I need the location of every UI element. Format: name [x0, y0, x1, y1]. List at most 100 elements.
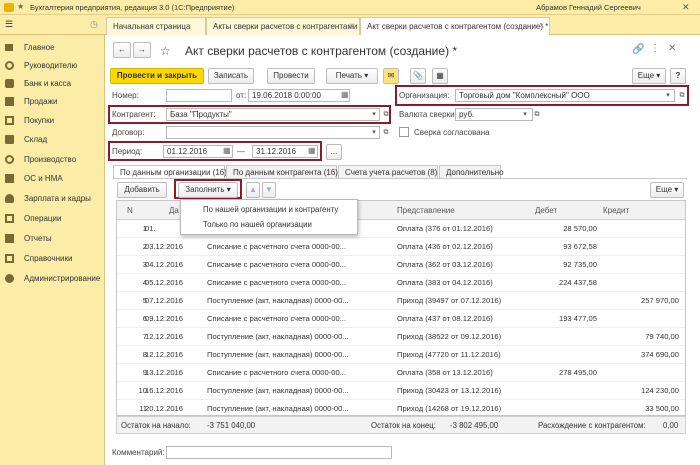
counterparty-field[interactable]: База "Продукты" — [166, 108, 380, 121]
end-balance-value: -3 802 495,00 — [450, 421, 499, 430]
calendar-icon[interactable]: ▦ — [308, 146, 316, 155]
table-row[interactable]: 8 12.12.2016 Поступление (акт, накладная) … — [117, 346, 685, 364]
favorite-star-icon[interactable]: ☆ — [160, 44, 171, 58]
tab-org-data[interactable]: По данным организации (16) — [113, 165, 227, 179]
cell-date: 09.12.2016 — [145, 314, 184, 323]
number-field[interactable] — [166, 89, 232, 102]
table-row[interactable]: 10 16.12.2016 Поступление (акт, накладная)… — [117, 382, 685, 400]
sidebar-item-sales[interactable]: Продажи — [0, 93, 105, 111]
page-title: Акт сверки расчетов с контрагентом (созд… — [185, 44, 458, 58]
structure-icon[interactable]: ▦ — [432, 68, 448, 84]
sidebar-item-payroll[interactable]: Зарплата и кадры — [0, 190, 105, 208]
close-tab-icon[interactable]: × — [539, 21, 544, 30]
sidebar-item-catalogs[interactable]: Справочники — [0, 250, 105, 268]
fill-menu: По нашей организации и контрагенту Тольк… — [180, 199, 358, 235]
cell-date: 16.12.2016 — [145, 386, 184, 395]
column-header-credit[interactable]: Кредит — [603, 201, 629, 220]
attachment-icon[interactable]: 📎 — [410, 68, 426, 84]
reports-icon — [5, 234, 14, 243]
discrepancy-value: 0,00 — [663, 421, 679, 430]
star-icon[interactable]: ★ — [17, 2, 24, 11]
cell-debit: 93 672,58 — [563, 242, 597, 251]
open-link-icon[interactable]: ⧉ — [381, 109, 391, 120]
link-icon[interactable]: 🔗 — [632, 44, 644, 55]
cell-date: 05.12.2016 — [145, 278, 184, 287]
chevron-down-icon[interactable]: ▾ — [369, 127, 379, 138]
chevron-down-icon[interactable]: ▾ — [369, 109, 379, 120]
help-button[interactable]: ? — [670, 68, 686, 84]
book-icon — [5, 254, 14, 263]
table-row[interactable]: 5 07.12.2016 Поступление (акт, накладная) … — [117, 292, 685, 310]
end-balance-label: Остаток на конец: — [371, 421, 436, 430]
cell-n: 6 — [142, 314, 147, 323]
column-header-date[interactable]: Да — [169, 201, 179, 220]
table-row[interactable]: 11 20.12.2016 Поступление (акт, накладная)… — [117, 400, 685, 415]
move-down-icon[interactable]: ▼ — [262, 182, 276, 198]
calendar-icon[interactable]: ▦ — [223, 146, 231, 155]
open-link-icon[interactable]: ⧉ — [381, 127, 391, 138]
table-row[interactable]: 4 05.12.2016 Списание с расчетного счета 0… — [117, 274, 685, 292]
table-row[interactable]: 3 04.12.2016 Списание с расчетного счета 0… — [117, 256, 685, 274]
add-button[interactable]: Добавить — [117, 182, 167, 198]
contract-label: Договор: — [112, 128, 145, 137]
sidebar-item-bank[interactable]: Банк и касса — [0, 75, 105, 93]
date-field[interactable]: 19.06.2018 0:00:00 — [248, 89, 350, 102]
fill-button[interactable]: Заполнить ▾ — [178, 182, 238, 198]
post-button[interactable]: Провести — [267, 68, 315, 84]
tab-additional[interactable]: Дополнительно — [439, 165, 504, 179]
table-row[interactable]: 2 03.12.2016 Списание с расчетного счета 0… — [117, 238, 685, 256]
sidebar-item-assets[interactable]: ОС и НМА — [0, 170, 105, 188]
open-link-icon[interactable]: ⧉ — [677, 90, 687, 101]
sidebar-item-reports[interactable]: Отчеты — [0, 230, 105, 248]
forward-button[interactable]: → — [133, 42, 151, 58]
save-button[interactable]: Записать — [208, 68, 254, 84]
print-button[interactable]: Печать ▾ — [326, 68, 378, 84]
move-up-icon[interactable]: ▲ — [246, 182, 260, 198]
sidebar-item-admin[interactable]: Администрирование — [0, 270, 105, 288]
table-row[interactable]: 9 13.12.2016 Списание с расчетного счета 0… — [117, 364, 685, 382]
sidebar-item-purchases[interactable]: Покупки — [0, 112, 105, 130]
comment-field[interactable] — [166, 446, 392, 459]
sidebar-item-main[interactable]: Главное — [0, 39, 105, 57]
period-select-button[interactable]: ... — [326, 144, 342, 160]
column-header-representation[interactable]: Представление — [397, 201, 455, 220]
column-header-debit[interactable]: Дебет — [535, 201, 557, 220]
sidebar-item-warehouse[interactable]: Склад — [0, 131, 105, 149]
post-and-close-button[interactable]: Провести и закрыть — [110, 68, 204, 84]
table-more-button[interactable]: Еще ▾ — [650, 182, 684, 198]
cell-n: 7 — [142, 332, 147, 341]
organization-field[interactable]: Торговый дом "Комплексный" ООО — [455, 89, 675, 102]
close-tab-icon[interactable]: × — [349, 21, 354, 30]
tab-reconciliation-act[interactable]: Акт сверки расчетов с контрагентом (созд… — [360, 17, 550, 35]
more-vertical-icon[interactable]: ⋮ — [650, 43, 660, 54]
user-name[interactable]: Абрамов Геннадий Сергеевич — [536, 3, 641, 12]
back-button[interactable]: ← — [113, 42, 131, 58]
tab-accounts[interactable]: Счета учета расчетов (8) — [338, 165, 438, 179]
envelope-icon[interactable]: ✉ — [383, 68, 399, 84]
history-icon[interactable]: ◷ — [90, 19, 98, 30]
sidebar-item-operations[interactable]: Операции — [0, 210, 105, 228]
assets-icon — [5, 174, 14, 183]
tab-counterparty-data[interactable]: По данным контрагента (16) — [226, 165, 338, 179]
more-button[interactable]: Еще ▾ — [632, 68, 666, 84]
calendar-icon[interactable]: ▦ — [341, 90, 349, 99]
tab-reconciliation-list[interactable]: Акты сверки расчетов с контрагентами × — [206, 17, 360, 35]
sidebar: Главное Руководителю Банк и касса Продаж… — [0, 35, 105, 465]
close-window-icon[interactable]: ✕ — [682, 2, 690, 13]
sidebar-item-management[interactable]: Руководителю — [0, 57, 105, 75]
menu-icon[interactable]: ☰ — [5, 19, 13, 30]
chevron-down-icon[interactable]: ▾ — [520, 109, 530, 120]
table-row[interactable]: 7 12.12.2016 Поступление (акт, накладная) … — [117, 328, 685, 346]
column-header-n[interactable]: N — [127, 201, 133, 220]
close-icon[interactable]: ✕ — [668, 43, 676, 54]
sidebar-item-production[interactable]: Производство — [0, 151, 105, 169]
contract-field[interactable] — [166, 126, 380, 139]
open-link-icon[interactable]: ⧉ — [532, 109, 542, 120]
tab-home[interactable]: Начальная страница — [106, 17, 206, 35]
menu-item-fill-org-only[interactable]: Только по нашей организации — [203, 220, 312, 229]
table-row[interactable]: 6 09.12.2016 Списание с расчетного счета 0… — [117, 310, 685, 328]
warehouse-icon — [5, 135, 14, 144]
menu-item-fill-org-and-counterparty[interactable]: По нашей организации и контрагенту — [203, 205, 338, 214]
agreed-checkbox[interactable] — [399, 127, 409, 137]
chevron-down-icon[interactable]: ▾ — [663, 90, 673, 101]
